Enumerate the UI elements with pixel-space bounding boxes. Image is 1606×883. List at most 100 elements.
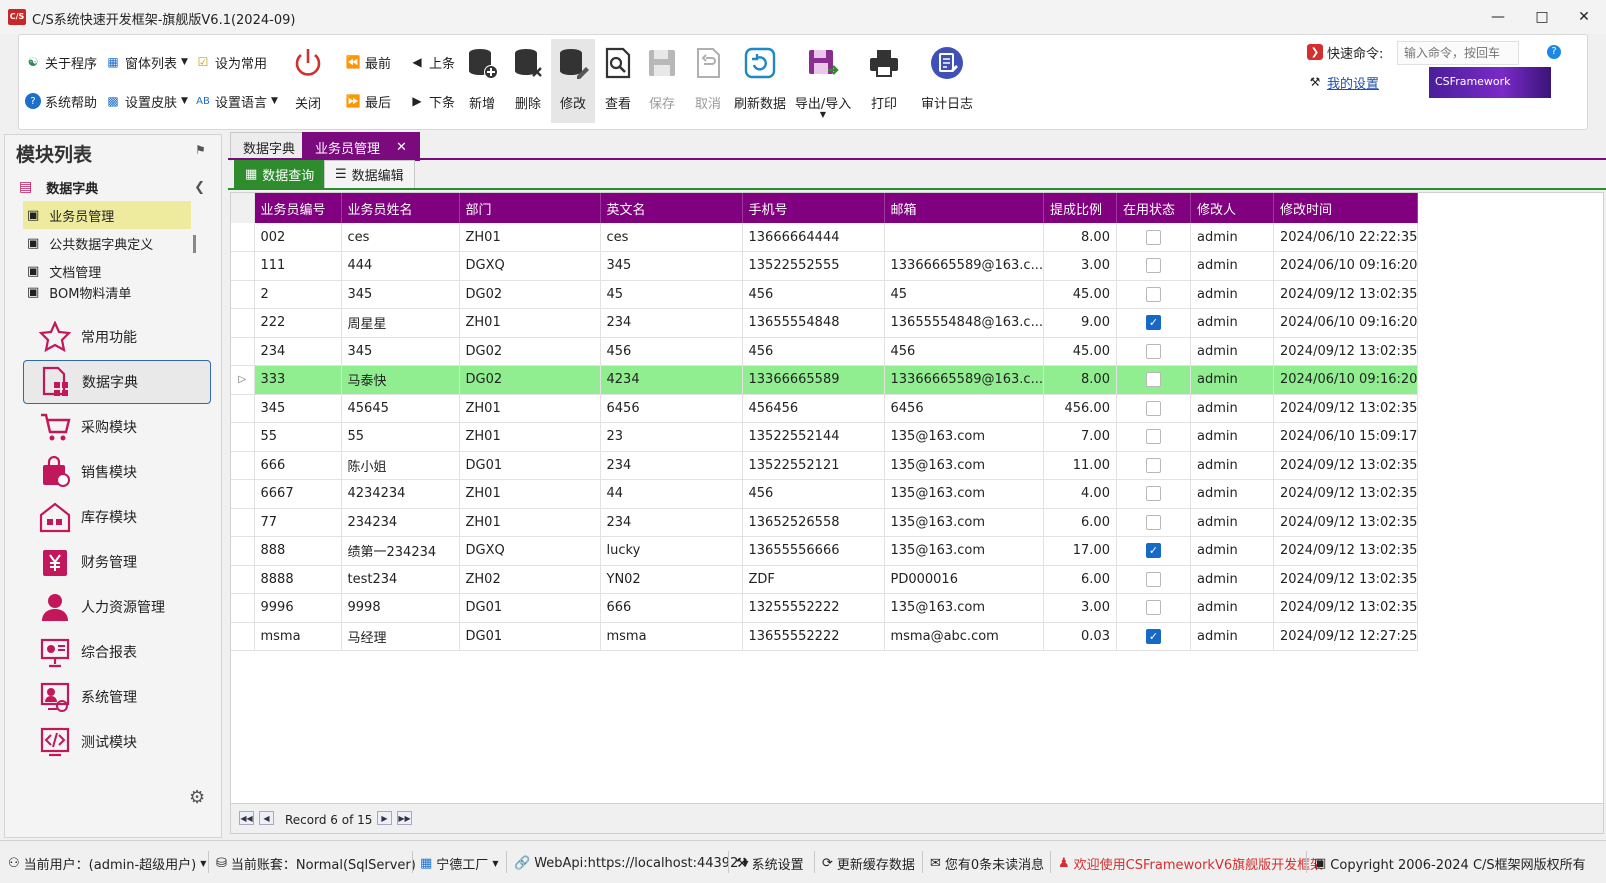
row-indicator[interactable] <box>231 280 255 309</box>
cell-commission[interactable]: 3.00 <box>1043 593 1117 623</box>
refresh-cache-link[interactable]: ⟳ 更新缓存数据 <box>822 853 915 873</box>
cell-dept[interactable]: ZH02 <box>459 565 601 594</box>
cell-email[interactable]: 13366665589@163.c... <box>884 251 1044 281</box>
about-button[interactable]: ☯ 关于程序 <box>25 51 97 73</box>
checkbox-unchecked[interactable] <box>1145 400 1161 416</box>
cell-name[interactable]: 马经理 <box>341 622 460 651</box>
cell-active[interactable]: ✓ <box>1116 308 1191 338</box>
cell-name[interactable]: 绩第一234234 <box>341 536 460 566</box>
cell-phone[interactable]: 13652526558 <box>742 508 885 537</box>
row-indicator[interactable] <box>231 479 255 509</box>
module-sales[interactable]: 销售模块 <box>23 450 211 494</box>
cell-dept[interactable]: ZH01 <box>459 479 601 509</box>
pager-first-button[interactable]: ◀◀ <box>239 811 254 825</box>
cell-name[interactable]: ces <box>341 223 460 252</box>
cell-email[interactable]: 135@163.com <box>884 593 1044 623</box>
row-indicator[interactable] <box>231 337 255 366</box>
minimize-button[interactable]: — <box>1476 4 1520 30</box>
cell-dept[interactable]: DGXQ <box>459 536 601 566</box>
cell-commission[interactable]: 8.00 <box>1043 223 1117 252</box>
cell-code[interactable]: 9996 <box>254 593 342 623</box>
checkbox-unchecked[interactable] <box>1145 229 1161 245</box>
cell-modified-time[interactable]: 2024/06/10 09:16:20 <box>1273 365 1419 395</box>
help-badge-icon[interactable]: ? <box>1547 45 1561 59</box>
cell-commission[interactable]: 45.00 <box>1043 280 1117 309</box>
prev-record-button[interactable]: ◀ 上条 <box>409 51 455 73</box>
table-row[interactable]: 888 绩第一234234 DGXQ lucky 13655556666 135@163.… <box>231 536 1419 566</box>
my-settings-link[interactable]: ⚒ 我的设置 <box>1307 71 1379 93</box>
cell-email[interactable]: 135@163.com <box>884 508 1044 537</box>
cell-modified-time[interactable]: 2024/09/12 12:27:25 <box>1273 622 1419 651</box>
cell-email[interactable]: 135@163.com <box>884 536 1044 566</box>
cell-code[interactable]: msma <box>254 622 342 651</box>
cell-name[interactable]: 9998 <box>341 593 460 623</box>
cell-name[interactable]: 345 <box>341 280 460 309</box>
checkbox-unchecked[interactable] <box>1145 514 1161 530</box>
cell-modifier[interactable]: admin <box>1190 536 1274 566</box>
cell-code[interactable]: 345 <box>254 394 342 423</box>
cell-commission[interactable]: 6.00 <box>1043 508 1117 537</box>
table-row[interactable]: ▷ 333 马泰快 DG02 4234 13366665589 13366665589@16… <box>231 365 1419 395</box>
cell-modifier[interactable]: admin <box>1190 479 1274 509</box>
checkbox-unchecked[interactable] <box>1145 343 1161 359</box>
cell-active[interactable] <box>1116 394 1191 423</box>
cell-modifier[interactable]: admin <box>1190 308 1274 338</box>
col-header-commission[interactable]: 提成比例 <box>1043 193 1117 223</box>
cell-active[interactable] <box>1116 593 1191 623</box>
cell-name[interactable]: 234234 <box>341 508 460 537</box>
cell-phone[interactable]: 456 <box>742 280 885 309</box>
cell-modified-time[interactable]: 2024/09/12 13:02:35 <box>1273 280 1419 309</box>
table-row[interactable]: 77 234234 ZH01 234 13652526558 135@163.com 6.0… <box>231 508 1419 537</box>
checkbox-unchecked[interactable] <box>1145 258 1161 274</box>
table-row[interactable]: 2 345 DG02 45 456 45 45.00 admin 2024/09/12 13:0… <box>231 280 1419 309</box>
cell-english[interactable]: 234 <box>600 451 743 480</box>
col-header-modifier[interactable]: 修改人 <box>1190 193 1274 223</box>
cell-active[interactable]: ✓ <box>1116 536 1191 566</box>
col-header-email[interactable]: 邮箱 <box>884 193 1044 223</box>
checkbox-checked[interactable]: ✓ <box>1145 628 1161 644</box>
cell-modified-time[interactable]: 2024/09/12 13:02:35 <box>1273 451 1419 480</box>
table-row[interactable]: 666 陈小姐 DG01 234 13522552121 135@163.com 11.00… <box>231 451 1419 480</box>
cell-code[interactable]: 002 <box>254 223 342 252</box>
cell-name[interactable]: 45645 <box>341 394 460 423</box>
table-row[interactable]: 8888 test234 ZH02 YN02 ZDF PD000016 6.00 admin 2… <box>231 565 1419 594</box>
cell-english[interactable]: 234 <box>600 508 743 537</box>
delete-button[interactable]: 删除 <box>511 39 545 123</box>
cell-email[interactable]: 135@163.com <box>884 451 1044 480</box>
cell-name[interactable]: 444 <box>341 251 460 281</box>
cell-english[interactable]: msma <box>600 622 743 651</box>
cell-modified-time[interactable]: 2024/06/10 09:16:20 <box>1273 308 1419 338</box>
messages-link[interactable]: ✉ 您有0条未读消息 <box>930 853 1044 873</box>
next-record-button[interactable]: ▶ 下条 <box>409 90 455 112</box>
pager-next-button[interactable]: ▶ <box>377 811 392 825</box>
set-favorite-button[interactable]: ☑ 设为常用 <box>195 51 267 73</box>
row-indicator[interactable] <box>231 508 255 537</box>
cell-modified-time[interactable]: 2024/06/10 09:16:20 <box>1273 251 1419 281</box>
data-grid[interactable]: 业务员编号 业务员姓名 部门 英文名 手机号 邮箱 提成比例 在用状态 修改人 … <box>230 192 1604 804</box>
table-row[interactable]: 55 55 ZH01 23 13522552144 135@163.com 7.00 admi… <box>231 422 1419 452</box>
cell-modified-time[interactable]: 2024/06/10 22:22:35 <box>1273 223 1419 252</box>
table-row[interactable]: 111 444 DGXQ 345 13522552555 13366665589@163.… <box>231 251 1419 281</box>
checkbox-unchecked[interactable] <box>1145 457 1161 473</box>
close-tab-icon[interactable]: ✕ <box>396 140 407 155</box>
tab-dictionary[interactable]: 数据字典 <box>230 132 309 161</box>
cell-english[interactable]: 456 <box>600 337 743 366</box>
cell-code[interactable]: 234 <box>254 337 342 366</box>
cell-dept[interactable]: DG01 <box>459 622 601 651</box>
tree-item-bom[interactable]: ▣ BOM物料清单 <box>23 285 191 299</box>
cell-email[interactable]: 135@163.com <box>884 422 1044 452</box>
cell-modified-time[interactable]: 2024/09/12 13:02:35 <box>1273 337 1419 366</box>
module-finance[interactable]: 财务管理 <box>23 540 211 584</box>
cell-modifier[interactable]: admin <box>1190 451 1274 480</box>
cell-dept[interactable]: ZH01 <box>459 394 601 423</box>
view-button[interactable]: 查看 <box>601 39 635 123</box>
collapse-icon[interactable]: ❮ <box>194 180 205 195</box>
cell-code[interactable]: 77 <box>254 508 342 537</box>
cell-english[interactable]: 234 <box>600 308 743 338</box>
cell-phone[interactable]: ZDF <box>742 565 885 594</box>
add-button[interactable]: 新增 <box>465 39 499 123</box>
module-purchase[interactable]: 采购模块 <box>23 405 211 449</box>
cell-code[interactable]: 2 <box>254 280 342 309</box>
cell-modifier[interactable]: admin <box>1190 251 1274 281</box>
cell-phone[interactable]: 13522552555 <box>742 251 885 281</box>
